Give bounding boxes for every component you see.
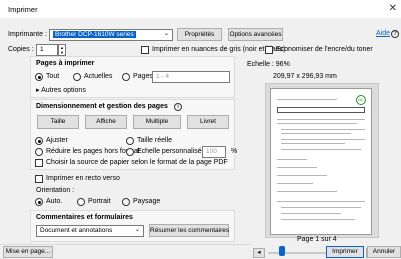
save-ink-label: Economiser de l'encre/du toner [276, 46, 373, 53]
orientation-portrait-label: Portrait [88, 198, 111, 205]
info-icon[interactable]: i [174, 103, 182, 111]
printer-label: Imprimante : [8, 31, 47, 38]
paper-source-label: Choisir la source de papier selon le for… [46, 159, 228, 166]
cancel-button[interactable]: Annuler [367, 246, 401, 258]
orientation-landscape-radio[interactable] [122, 198, 130, 206]
pages-heading: Pages à imprimer [36, 60, 95, 67]
percent-label: % [231, 148, 238, 155]
page-slider-thumb[interactable] [279, 246, 285, 256]
printer-value: Brother DCP-1610W series [53, 31, 136, 38]
comments-select-value: Document et annotations [40, 227, 113, 234]
properties-button[interactable]: Propriétés [177, 28, 222, 41]
print-button[interactable]: Imprimer [326, 246, 364, 258]
tab-size[interactable]: Taille [37, 115, 79, 129]
custom-scale-radio[interactable] [126, 148, 134, 156]
actual-size-label: Taille réelle [137, 137, 173, 144]
more-options-toggle[interactable]: ▸ Autres options [36, 86, 86, 94]
tab-multiple[interactable]: Multiple [133, 115, 181, 129]
document-badge: DC [356, 95, 366, 105]
page-setup-button[interactable]: Mise en page... [3, 246, 53, 258]
pages-range-radio[interactable] [122, 73, 130, 81]
chevron-down-icon: ⌄ [134, 227, 140, 233]
orientation-auto-radio[interactable] [35, 198, 43, 206]
orientation-auto-label: Auto. [46, 198, 63, 205]
copies-label: Copies : [8, 46, 34, 53]
shrink-radio[interactable] [35, 148, 43, 156]
comments-select[interactable]: Document et annotations ⌄ [36, 225, 144, 237]
pages-current-label: Actuelles [84, 73, 113, 80]
paper-source-checkbox[interactable] [35, 159, 43, 167]
advanced-button[interactable]: Options avancées [228, 28, 283, 41]
duplex-label: Imprimer en recto verso [46, 175, 120, 182]
copies-stepper[interactable]: ▲ ▼ [58, 44, 66, 56]
copies-input[interactable]: 1 [36, 44, 58, 56]
triangle-right-icon: ▸ [36, 87, 40, 94]
sizing-heading: Dimensionnement et gestion des pages [36, 103, 168, 110]
grayscale-checkbox[interactable] [141, 46, 149, 54]
custom-scale-input[interactable]: 100 [202, 146, 226, 158]
comments-heading: Commentaires et formulaires [36, 214, 133, 221]
tab-poster[interactable]: Affiche [85, 115, 127, 129]
close-icon[interactable]: ✕ [389, 3, 397, 14]
orientation-landscape-label: Paysage [133, 198, 161, 205]
help-icon[interactable]: ? [391, 30, 399, 38]
fit-label: Ajuster [46, 137, 68, 144]
save-ink-checkbox[interactable] [265, 46, 273, 54]
title-bar [0, 0, 401, 18]
pages-range-input[interactable]: 1 - 4 [152, 71, 230, 83]
pages-current-radio[interactable] [73, 73, 81, 81]
page-size-label: 209,97 x 296,93 mm [273, 73, 337, 80]
pages-all-label: Tout [46, 73, 60, 80]
window-title: Imprimer [8, 5, 38, 14]
duplex-checkbox[interactable] [35, 175, 43, 183]
preview-page: DC [270, 88, 372, 235]
pages-all-radio[interactable] [35, 73, 43, 81]
actual-size-radio[interactable] [126, 137, 134, 145]
more-options-label: Autres options [41, 87, 86, 94]
custom-scale-label: Echelle personnalisée : [137, 148, 210, 155]
orientation-label: Orientation : [36, 187, 75, 194]
scale-label: Echelle : 96% [247, 61, 290, 68]
chevron-down-icon: ⌄ [163, 31, 169, 37]
printer-select[interactable]: Brother DCP-1610W series ⌄ [49, 29, 173, 41]
fit-radio[interactable] [35, 137, 43, 145]
tab-booklet[interactable]: Livret [187, 115, 229, 129]
bottom-divider [0, 244, 250, 245]
page-indicator: Page 1 sur 4 [297, 236, 337, 243]
help-link[interactable]: Aide [376, 30, 390, 37]
summarize-comments-button[interactable]: Résumer les commentaires [149, 224, 229, 237]
orientation-portrait-radio[interactable] [77, 198, 85, 206]
pages-range-label: Pages [133, 73, 153, 80]
prev-page-button[interactable]: ◂ [253, 248, 265, 258]
